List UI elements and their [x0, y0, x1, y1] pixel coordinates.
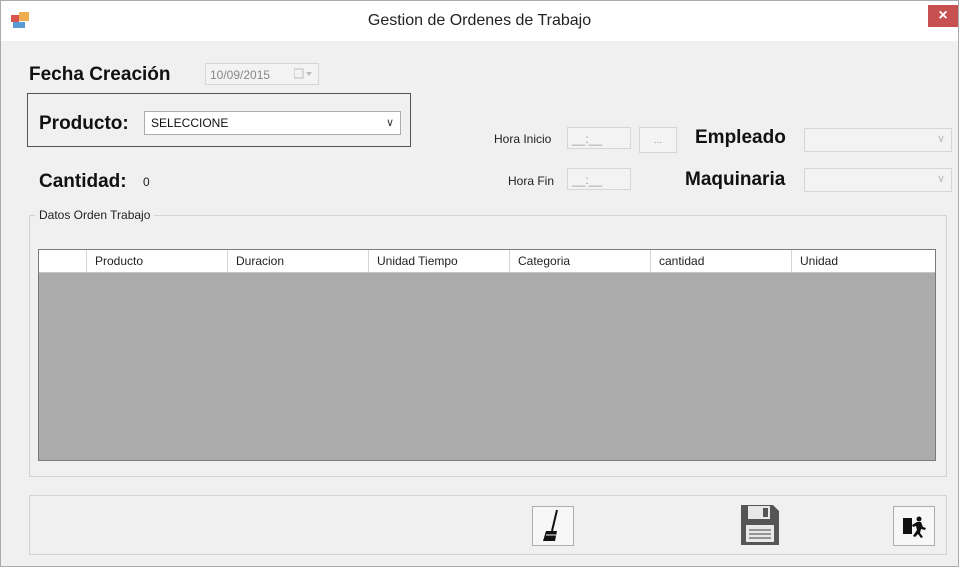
- column-header-cantidad[interactable]: cantidad: [651, 250, 792, 272]
- producto-combobox[interactable]: SELECCIONE ∨: [144, 111, 401, 135]
- main-window: Gestion de Ordenes de Trabajo × Fecha Cr…: [0, 0, 959, 567]
- grid-header: Producto Duracion Unidad Tiempo Categori…: [39, 250, 935, 273]
- maquinaria-label: Maquinaria: [685, 169, 786, 190]
- exit-door-icon: [903, 516, 926, 538]
- hora-picker-button[interactable]: ...: [639, 127, 677, 153]
- hora-fin-input[interactable]: __:__: [567, 168, 631, 190]
- column-header-unidad[interactable]: Unidad: [792, 250, 935, 272]
- fecha-creacion-picker[interactable]: 10/09/2015: [205, 63, 319, 85]
- close-button[interactable]: ×: [928, 5, 958, 27]
- row-header-cell: [39, 250, 87, 272]
- chevron-down-icon: ∨: [936, 133, 945, 145]
- window-title: Gestion de Ordenes de Trabajo: [367, 12, 592, 29]
- hora-inicio-input[interactable]: __:__: [567, 127, 631, 149]
- producto-label: Producto:: [39, 113, 129, 134]
- cantidad-value: 0: [143, 175, 150, 189]
- chevron-down-icon: ∨: [936, 173, 945, 185]
- broom-icon: [543, 509, 558, 541]
- clear-button[interactable]: [532, 506, 574, 546]
- maquinaria-combobox[interactable]: ∨: [804, 168, 952, 192]
- empleado-label: Empleado: [695, 127, 786, 148]
- column-header-duracion[interactable]: Duracion: [228, 250, 369, 272]
- column-header-unidad-tiempo[interactable]: Unidad Tiempo: [369, 250, 510, 272]
- floppy-disk-icon: [741, 505, 779, 545]
- actions-panel: [29, 495, 947, 555]
- save-button[interactable]: [739, 503, 781, 545]
- fecha-creacion-value: 10/09/2015: [210, 68, 271, 82]
- exit-button[interactable]: [893, 506, 935, 546]
- calendar-dropdown-icon[interactable]: [294, 68, 314, 80]
- datos-orden-title: Datos Orden Trabajo: [35, 208, 155, 222]
- column-header-categoria[interactable]: Categoria: [510, 250, 651, 272]
- producto-combobox-value: SELECCIONE: [151, 116, 229, 130]
- cantidad-label: Cantidad:: [39, 171, 127, 192]
- column-header-producto[interactable]: Producto: [87, 250, 228, 272]
- empleado-combobox[interactable]: ∨: [804, 128, 952, 152]
- title-bar: Gestion de Ordenes de Trabajo ×: [1, 1, 958, 41]
- hora-fin-label: Hora Fin: [508, 174, 555, 188]
- hora-inicio-label: Hora Inicio: [494, 132, 552, 146]
- chevron-down-icon: ∨: [385, 117, 394, 129]
- orden-data-grid[interactable]: Producto Duracion Unidad Tiempo Categori…: [38, 249, 936, 461]
- fecha-creacion-label: Fecha Creación: [29, 64, 171, 85]
